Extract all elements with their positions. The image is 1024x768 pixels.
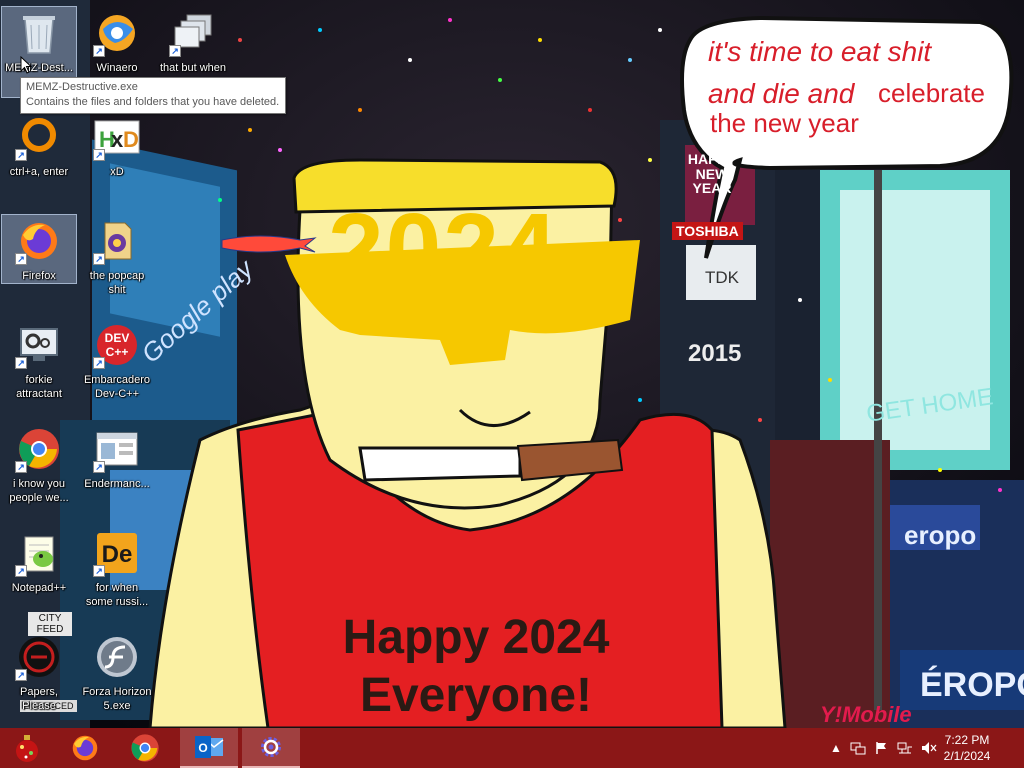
billboard-aeropostale-lower: ÉROPOS (920, 666, 1024, 704)
shortcut-arrow-icon: ↗ (15, 357, 27, 369)
chevron-up-icon[interactable]: ▲ (828, 741, 844, 755)
speech-bubble-line-1: it's time to eat shit (708, 36, 932, 67)
desktop-icon-label: for when some russi... (85, 582, 149, 608)
billboard-2015: 2015 (688, 340, 742, 367)
orange-ring-icon: ↗ (15, 113, 63, 161)
desktop-icon-label: Endermanc... (84, 478, 150, 490)
shortcut-arrow-icon: ↗ (93, 565, 105, 577)
popcap-icon: ↗ (93, 217, 141, 265)
flash-icon (93, 633, 141, 681)
taskbar-firefox-button[interactable] (58, 728, 112, 768)
window-app-icon: ↗ (93, 425, 141, 473)
start-button[interactable] (0, 728, 54, 768)
shortcut-arrow-icon: ↗ (93, 461, 105, 473)
desktop-icon-forkie-attractant[interactable]: ↗ forkie attractant (1, 318, 77, 410)
winaero-icon: ↗ (93, 9, 141, 57)
clock-time: 7:22 PM (944, 733, 990, 747)
desktop-icon-label: Embarcadero Dev-C++ (83, 374, 151, 400)
desktop-icon-label: Winaero (96, 62, 138, 74)
desktop-icon-label: xD (110, 166, 124, 178)
billboard-happy-new-year: HAPPY NEW YEAR (687, 151, 737, 197)
speech-bubble-line-3: the new year (710, 108, 859, 138)
shirt-text: Happy 2024 Everyone! (296, 0, 656, 728)
shortcut-arrow-icon: ↗ (15, 149, 27, 161)
shortcut-arrow-icon: ↗ (93, 253, 105, 265)
desktop-icon-for-when-some-russi[interactable]: De ↗ for when some russi... (79, 526, 155, 618)
taskbar: O ▲ 7:22 PM 2/1/2024 (0, 728, 1024, 768)
christmas-ornament-icon (16, 735, 38, 762)
shortcut-arrow-icon: ↗ (169, 45, 181, 57)
desktop-icon-label: ctrl+a, enter (9, 166, 69, 178)
shortcut-arrow-icon: ↗ (15, 461, 27, 473)
desktop-icon-devcpp[interactable]: DEV C++ ↗ Embarcadero Dev-C++ (79, 318, 155, 410)
notepadpp-icon: ↗ (15, 529, 63, 577)
desktop-icon-notepadpp[interactable]: ↗ Notepad++ (1, 526, 77, 618)
xd-logo-icon: HxD ↗ (93, 113, 141, 161)
speech-bubble-line-2: and die and (708, 78, 855, 109)
mouse-cursor-icon (20, 56, 32, 74)
devcpp-icon: DEV C++ ↗ (93, 321, 141, 369)
svg-text:C++: C++ (106, 345, 129, 359)
settings-icon (261, 737, 281, 757)
desktop-icon-endermanch[interactable]: ↗ Endermanc... (79, 422, 155, 514)
de-icon: De ↗ (93, 529, 141, 577)
firefox-icon: ↗ (15, 217, 63, 265)
desktop-icon-ctrl-a-enter[interactable]: ↗ ctrl+a, enter (1, 110, 77, 202)
clock-date: 2/1/2024 (943, 749, 991, 763)
desktop-icon-forza-horizon[interactable]: Forza Horizon 5.exe (79, 630, 155, 722)
recycle-bin-icon (15, 9, 63, 57)
taskbar-clock[interactable]: 7:22 PM 2/1/2024 (932, 732, 1002, 764)
desktop-icon-label: forkie attractant (16, 374, 62, 400)
desktop-icon-label: that but when (159, 62, 227, 74)
desktop-icon-xd[interactable]: HxD ↗ xD (79, 110, 155, 202)
shortcut-arrow-icon: ↗ (15, 565, 27, 577)
desktop-icon-label: Forza Horizon 5.exe (82, 686, 152, 712)
desktop-icon-papers-please[interactable]: ↗ Papers, Please (1, 630, 77, 722)
billboard-aeropostale: eropo (904, 520, 977, 550)
svg-text:De: De (102, 541, 133, 568)
monitor-gear-icon: ↗ (15, 321, 63, 369)
shirt-text-line-1: Happy 2024 (342, 611, 610, 664)
tooltip-title: MEMZ-Destructive.exe (26, 81, 138, 93)
chrome-icon (131, 734, 159, 762)
network-icon[interactable] (850, 741, 866, 755)
shortcut-arrow-icon: ↗ (93, 45, 105, 57)
desktop-icon-label: i know you people we... (9, 478, 69, 504)
desktop-icon-label: Notepad++ (11, 582, 67, 594)
stacked-windows-icon: ↗ (169, 9, 217, 57)
desktop-icon-popcap[interactable]: ↗ the popcap shit (79, 214, 155, 306)
desktop-icon-label: the popcap shit (89, 270, 145, 296)
taskbar-settings-button[interactable] (242, 728, 300, 768)
ethernet-icon[interactable] (897, 741, 913, 755)
chrome-icon: ↗ (15, 425, 63, 473)
taskbar-outlook-button[interactable]: O (180, 728, 238, 768)
firefox-icon (72, 735, 98, 761)
svg-text:D: D (123, 127, 139, 152)
shortcut-arrow-icon: ↗ (15, 669, 27, 681)
billboard-toshiba: TOSHIBA (672, 222, 743, 240)
svg-text:O: O (198, 741, 207, 755)
outlook-icon: O (195, 736, 224, 758)
tooltip-description: Contains the files and folders that you … (26, 96, 280, 108)
shortcut-arrow-icon: ↗ (93, 149, 105, 161)
desktop-icon-label: Papers, Please (20, 686, 58, 712)
shirt-text-line-2: Everyone! (359, 669, 593, 722)
desktop-icon-label: MEMZ-Dest... (5, 62, 73, 74)
svg-text:DEV: DEV (105, 331, 130, 345)
speech-bubble-line-2b: celebrate (878, 78, 985, 108)
desktop-icon-firefox[interactable]: ↗ Firefox (1, 214, 77, 284)
papers-please-icon: ↗ (15, 633, 63, 681)
desktop-icon-label: Firefox (22, 270, 56, 282)
desktop-icon-chrome[interactable]: ↗ i know you people we... (1, 422, 77, 514)
billboard-ymobile: Y!Mobile (820, 702, 912, 727)
flag-icon[interactable] (874, 741, 890, 755)
shortcut-arrow-icon: ↗ (93, 357, 105, 369)
billboard-tdk: TDK (705, 268, 739, 287)
taskbar-chrome-button[interactable] (118, 728, 172, 768)
desktop-icon-tooltip: MEMZ-Destructive.exe Contains the files … (20, 77, 287, 114)
shortcut-arrow-icon: ↗ (15, 253, 27, 265)
